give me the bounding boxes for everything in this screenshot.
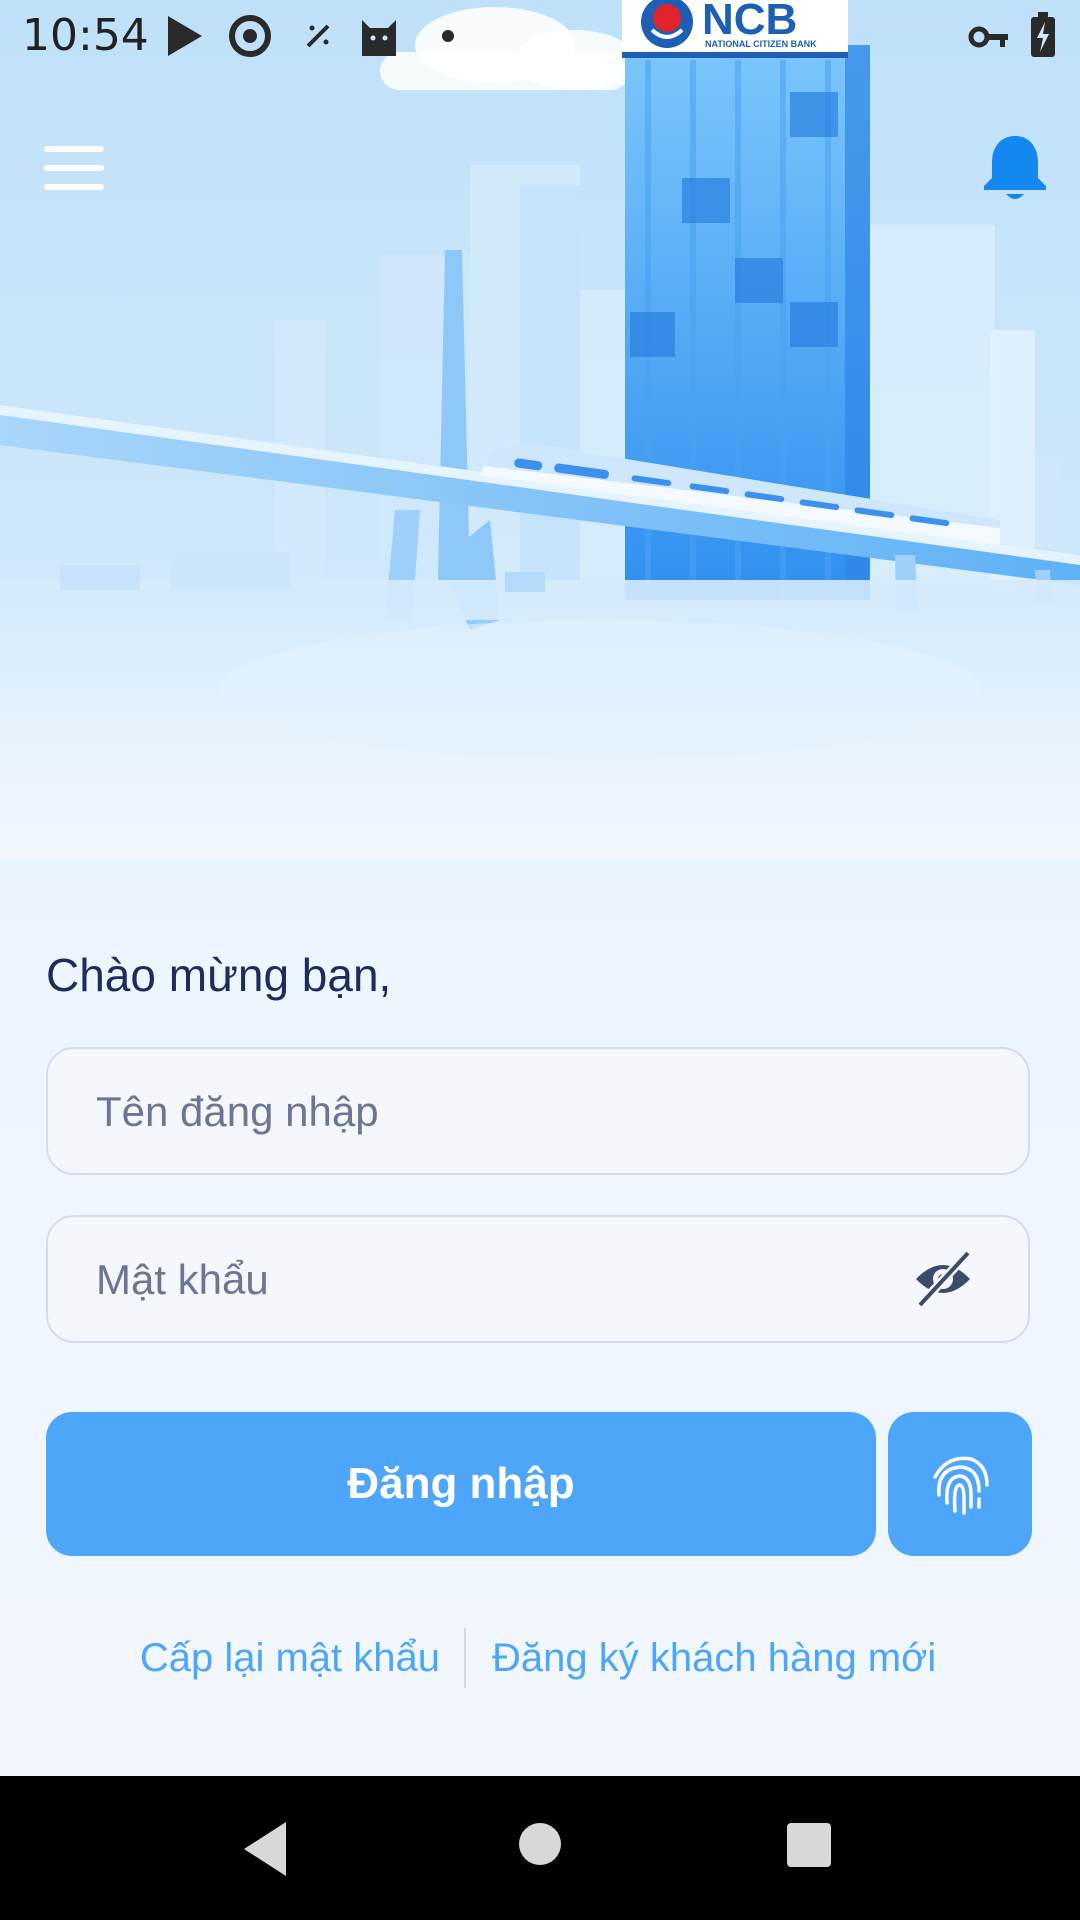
password-visibility-toggle[interactable] [910, 1247, 976, 1311]
recents-square-icon[interactable] [786, 1822, 832, 1868]
status-bar: 10:54 [0, 0, 1080, 72]
city-skyline-image: NCB NATIONAL CITIZEN BANK [0, 0, 1080, 860]
magic-wand-icon [306, 24, 330, 48]
eye-off-icon [916, 1249, 972, 1309]
bell-icon [984, 136, 1046, 199]
status-time: 10:54 [22, 10, 149, 61]
hamburger-menu-icon [44, 146, 104, 190]
vpn-key-icon [968, 26, 1008, 48]
links-divider [464, 1628, 466, 1688]
cat-icon [362, 20, 396, 56]
city-illustration: NCB NATIONAL CITIZEN BANK [0, 0, 1080, 860]
menu-button[interactable] [38, 138, 110, 198]
notification-dot-icon [442, 30, 454, 42]
play-store-icon [168, 16, 202, 56]
username-field[interactable] [46, 1047, 1030, 1175]
back-triangle-icon[interactable] [240, 1820, 290, 1878]
biometric-login-button[interactable] [888, 1412, 1032, 1556]
welcome-heading: Chào mừng bạn, [46, 949, 392, 1001]
battery-charging-icon [1031, 12, 1055, 57]
home-circle-icon[interactable] [518, 1822, 562, 1866]
login-button[interactable]: Đăng nhập [46, 1412, 876, 1556]
password-field[interactable] [46, 1215, 1030, 1343]
notification-button[interactable] [980, 132, 1050, 204]
login-screen: NCB NATIONAL CITIZEN BANK 10:54 Chào mừn… [0, 0, 1080, 1920]
username-input[interactable] [94, 1049, 918, 1175]
system-nav-bar [0, 1776, 1080, 1920]
forgot-password-link[interactable]: Cấp lại mật khẩu [140, 1636, 440, 1681]
sync-icon [229, 15, 271, 57]
password-input[interactable] [94, 1217, 918, 1343]
register-link[interactable]: Đăng ký khách hàng mới [492, 1636, 936, 1681]
account-links: Cấp lại mật khẩu Đăng ký khách hàng mới [0, 1628, 1080, 1692]
fingerprint-icon [933, 1456, 989, 1515]
